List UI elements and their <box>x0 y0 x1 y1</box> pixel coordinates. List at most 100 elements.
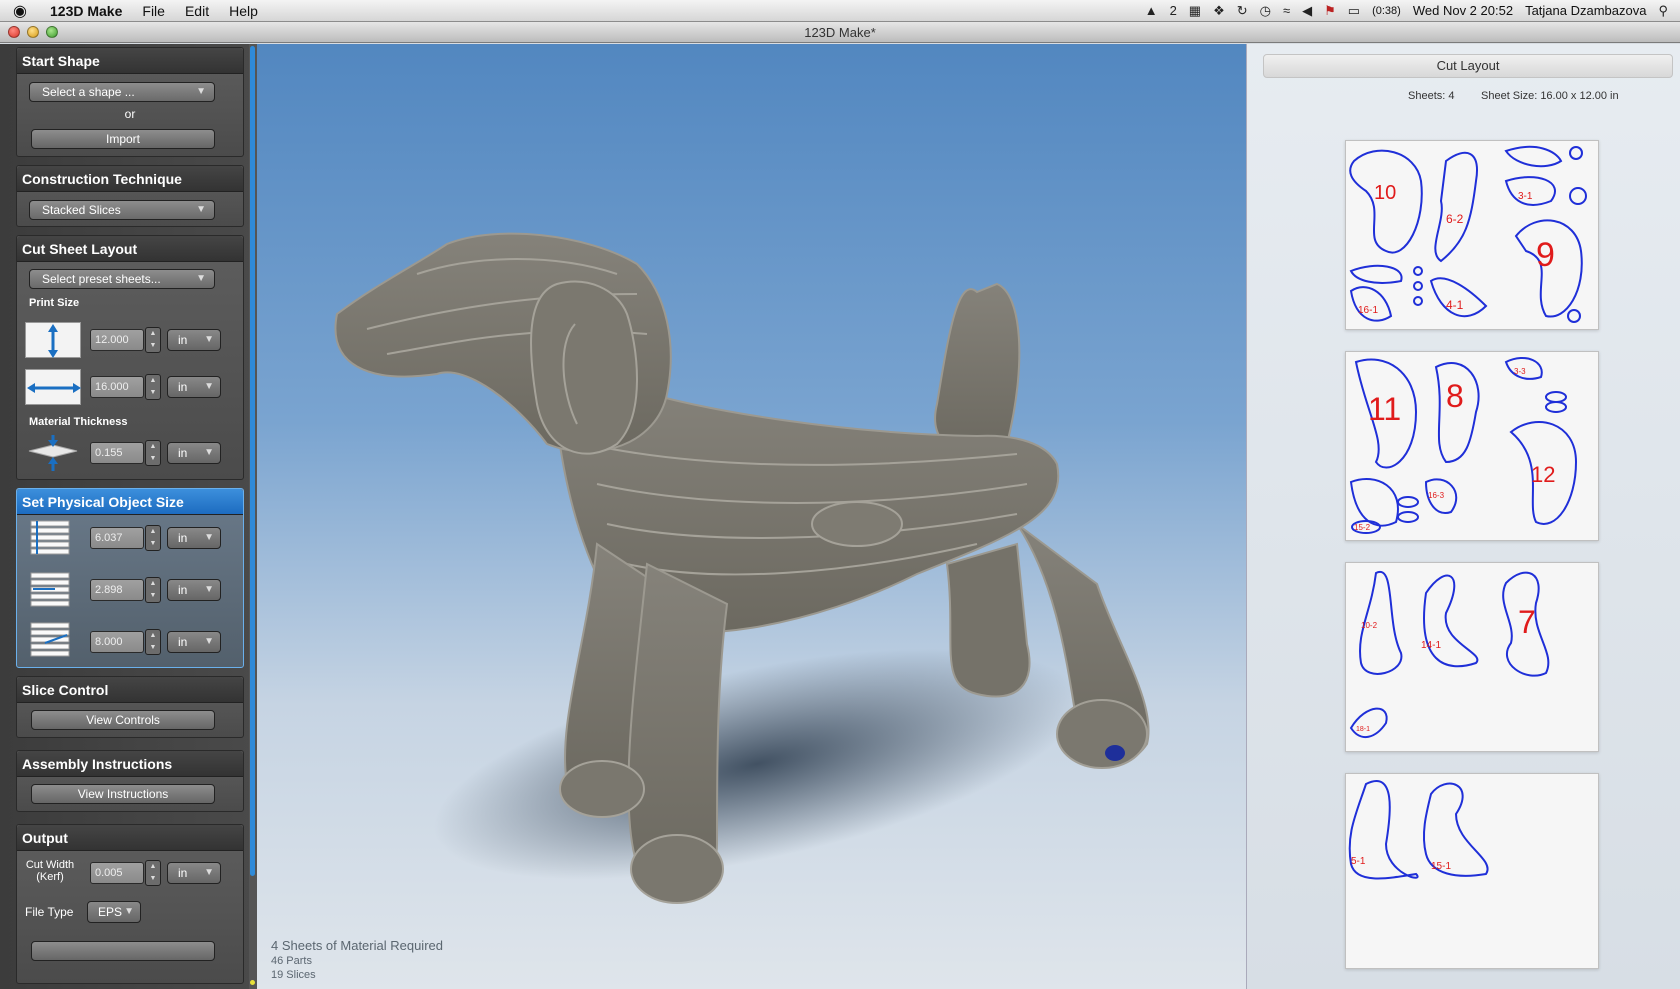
chevron-down-icon: ▼ <box>196 86 206 97</box>
print-size-label: Print Size <box>29 297 80 309</box>
slices-count: 19 Slices <box>271 969 316 981</box>
output-button[interactable] <box>31 941 215 961</box>
object-width-input[interactable]: 2.898 <box>90 579 144 601</box>
menu-bar: ◉ 123D Make File Edit Help ▲ 2 ▦ ❖ ↻ ◷ ≈… <box>0 0 1680 22</box>
part-label: 4-1 <box>1446 298 1464 312</box>
chevron-down-icon: ▼ <box>124 906 134 917</box>
window-zoom-button[interactable] <box>46 26 58 38</box>
object-width-unit[interactable]: in ▼ <box>167 579 221 601</box>
user-name[interactable]: Tatjana Dzambazova <box>1525 3 1646 18</box>
part-label: 9 <box>1536 236 1555 274</box>
object-depth-icon <box>25 619 75 661</box>
chevron-down-icon: ▼ <box>196 204 206 215</box>
menu-help[interactable]: Help <box>219 3 268 19</box>
adobe-icon[interactable]: ▲ <box>1145 3 1158 18</box>
dropbox-icon[interactable]: ❖ <box>1213 3 1225 19</box>
thickness-stepper[interactable]: ▲ ▼ <box>145 440 161 466</box>
object-size-section: Set Physical Object Size 6.037 ▲ ▼ in ▼ 2.… <box>16 488 244 668</box>
kerf-input[interactable]: 0.005 <box>90 862 144 884</box>
sheet-width-icon <box>25 369 81 405</box>
window-title-bar: 123D Make* <box>0 22 1680 43</box>
section-title: Set Physical Object Size <box>17 489 243 515</box>
window-minimize-button[interactable] <box>27 26 39 38</box>
object-height-unit[interactable]: in ▼ <box>167 527 221 549</box>
thickness-icon <box>27 433 79 473</box>
part-label: 15-2 <box>1354 523 1371 532</box>
assembly-section: Assembly Instructions View Instructions <box>16 750 244 812</box>
part-label: 6-2 <box>1446 212 1464 226</box>
object-depth-input[interactable]: 8.000 <box>90 631 144 653</box>
section-title: Assembly Instructions <box>17 751 243 777</box>
left-panel-scrollbar[interactable] <box>249 44 257 989</box>
spotlight-search-icon[interactable]: ⚲ <box>1658 3 1668 19</box>
sheet-width-input[interactable]: 16.000 <box>90 376 144 398</box>
kerf-unit[interactable]: in ▼ <box>167 862 221 884</box>
construction-section: Construction Technique Stacked Slices ▼ <box>16 165 244 227</box>
kerf-label: Cut Width (Kerf) <box>25 859 75 883</box>
object-width-icon <box>25 569 75 611</box>
kerf-stepper[interactable]: ▲ ▼ <box>145 860 161 886</box>
status-count[interactable]: 2 <box>1170 3 1177 18</box>
cut-sheet-1[interactable]: 10 6-2 3-1 9 16-1 4-1 <box>1345 140 1599 330</box>
sheet-size: Sheet Size: 16.00 x 12.00 in <box>1481 90 1619 102</box>
sync-icon[interactable]: ↻ <box>1237 3 1248 19</box>
sheet-height-input[interactable]: 12.000 <box>90 329 144 351</box>
material-thickness-label: Material Thickness <box>29 416 128 428</box>
import-button[interactable]: Import <box>31 129 215 149</box>
grid-icon[interactable]: ▦ <box>1189 3 1201 19</box>
window-title: 123D Make* <box>804 25 876 40</box>
chevron-down-icon: ▼ <box>204 532 214 543</box>
menu-file[interactable]: File <box>132 3 175 19</box>
sheet-height-unit[interactable]: in ▼ <box>167 329 221 351</box>
chevron-down-icon: ▼ <box>204 636 214 647</box>
sheet-width-unit[interactable]: in ▼ <box>167 376 221 398</box>
scrollbar-thumb[interactable] <box>250 46 255 876</box>
part-label: 16-3 <box>1428 491 1445 500</box>
object-depth-unit[interactable]: in ▼ <box>167 631 221 653</box>
cut-sheet-2[interactable]: 11 8 12 3-3 16-3 15-2 <box>1345 351 1599 541</box>
3d-viewport[interactable]: 4 Sheets of Material Required 46 Parts 1… <box>257 44 1246 989</box>
thickness-unit[interactable]: in ▼ <box>167 442 221 464</box>
menu-app-name[interactable]: 123D Make <box>40 3 132 19</box>
section-title: Output <box>17 825 243 851</box>
left-panel: Start Shape Select a shape ... ▼ or Impor… <box>0 44 257 989</box>
clock[interactable]: Wed Nov 2 20:52 <box>1413 3 1513 18</box>
sheet-height-stepper[interactable]: ▲ ▼ <box>145 327 161 353</box>
object-depth-stepper[interactable]: ▲ ▼ <box>145 629 161 655</box>
dog-model[interactable] <box>257 44 1246 989</box>
slice-control-section: Slice Control View Controls <box>16 676 244 738</box>
menu-edit[interactable]: Edit <box>175 3 219 19</box>
technique-select[interactable]: Stacked Slices ▼ <box>29 200 215 220</box>
view-instructions-button[interactable]: View Instructions <box>31 784 215 804</box>
window-close-button[interactable] <box>8 26 20 38</box>
part-label: 18-1 <box>1356 726 1370 733</box>
object-height-input[interactable]: 6.037 <box>90 527 144 549</box>
wifi-icon[interactable]: ≈ <box>1283 3 1290 18</box>
section-title: Construction Technique <box>17 166 243 192</box>
resize-handle-icon[interactable] <box>250 980 255 985</box>
battery-icon[interactable]: ▭ <box>1348 3 1360 19</box>
flag-icon[interactable]: ⚑ <box>1324 3 1336 19</box>
sheet-height-icon <box>25 322 81 358</box>
preset-sheets-select[interactable]: Select preset sheets... ▼ <box>29 269 215 289</box>
time-machine-icon[interactable]: ◷ <box>1260 3 1271 19</box>
object-height-stepper[interactable]: ▲ ▼ <box>145 525 161 551</box>
chevron-down-icon: ▼ <box>196 273 206 284</box>
sheet-width-stepper[interactable]: ▲ ▼ <box>145 374 161 400</box>
volume-icon[interactable]: ◀ <box>1302 3 1312 19</box>
cut-sheet-4[interactable]: 5-1 15-1 <box>1345 773 1599 969</box>
file-type-label: File Type <box>25 905 74 919</box>
start-shape-section: Start Shape Select a shape ... ▼ or Impor… <box>16 47 244 157</box>
part-label: 14-1 <box>1421 640 1441 651</box>
object-width-stepper[interactable]: ▲ ▼ <box>145 577 161 603</box>
thickness-input[interactable]: 0.155 <box>90 442 144 464</box>
cut-sheet-3[interactable]: 10-2 14-1 7 18-1 <box>1345 562 1599 752</box>
cut-layout-title: Cut Layout <box>1263 54 1673 78</box>
view-controls-button[interactable]: View Controls <box>31 710 215 730</box>
cut-sheet-section: Cut Sheet Layout Select preset sheets...… <box>16 235 244 480</box>
shape-select[interactable]: Select a shape ... ▼ <box>29 82 215 102</box>
part-label: 16-1 <box>1358 305 1378 316</box>
file-type-select[interactable]: EPS ▼ <box>87 901 141 923</box>
output-section: Output Cut Width (Kerf) 0.005 ▲ ▼ in ▼ File… <box>16 824 244 984</box>
apple-menu-icon[interactable]: ◉ <box>0 1 40 21</box>
